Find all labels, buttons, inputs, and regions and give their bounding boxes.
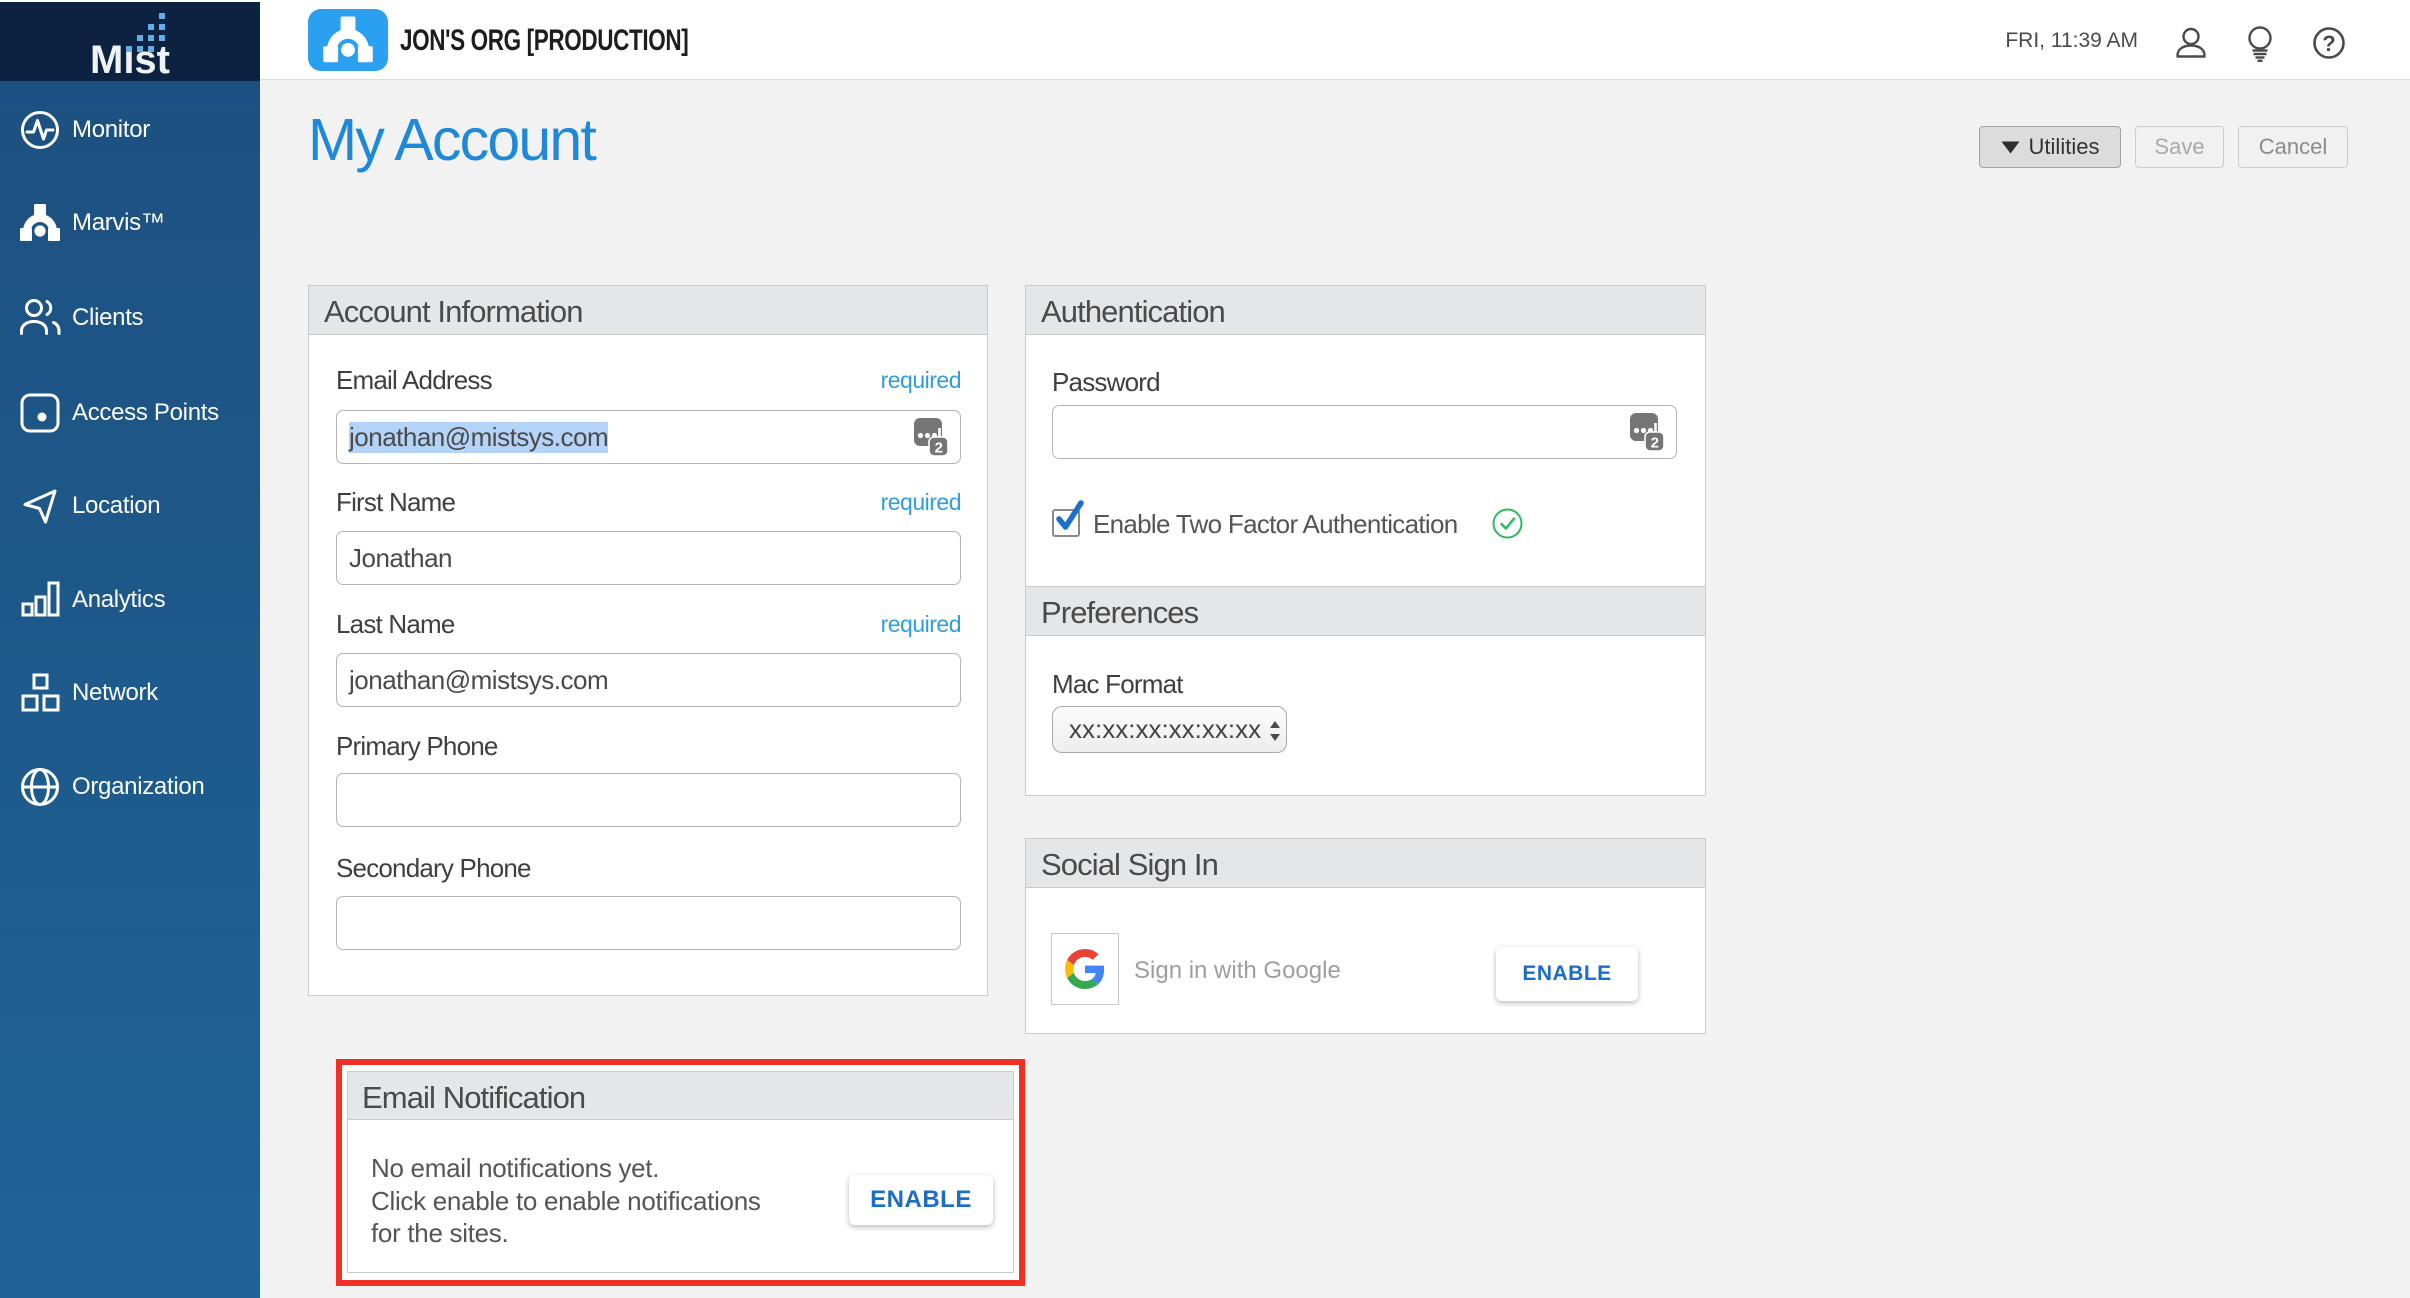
svg-text:2: 2 xyxy=(1651,435,1659,452)
svg-text:2: 2 xyxy=(935,440,943,457)
svg-text:?: ? xyxy=(2322,31,2335,56)
